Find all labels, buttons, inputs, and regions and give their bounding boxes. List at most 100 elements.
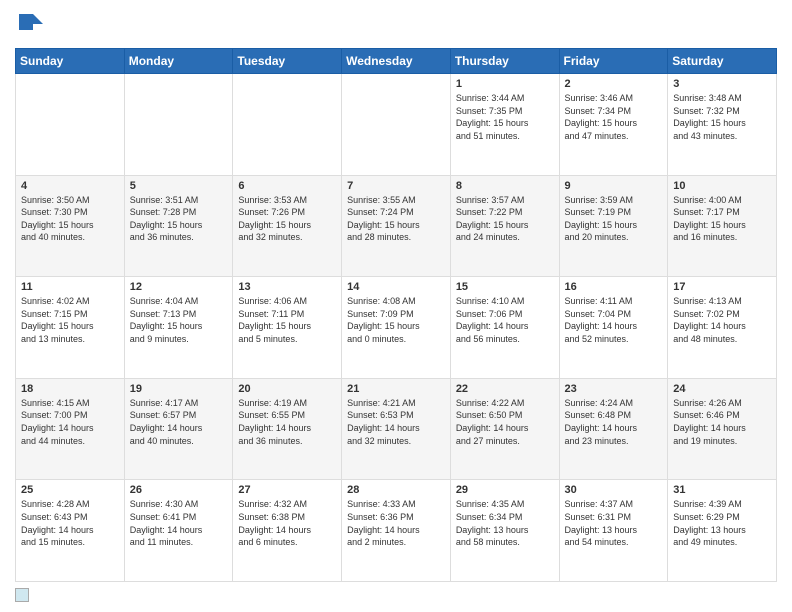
day-number: 20	[238, 383, 336, 395]
day-info: Sunrise: 4:22 AM Sunset: 6:50 PM Dayligh…	[456, 397, 554, 447]
day-number: 17	[673, 281, 771, 293]
calendar-cell: 21 Sunrise: 4:21 AM Sunset: 6:53 PM Dayli…	[342, 378, 451, 480]
calendar-week-2: 4Sunrise: 3:50 AM Sunset: 7:30 PM Daylig…	[16, 175, 777, 277]
calendar-cell	[16, 74, 125, 176]
day-number: 19	[130, 383, 228, 395]
day-info: Sunrise: 4:06 AM Sunset: 7:11 PM Dayligh…	[238, 295, 336, 345]
calendar-cell: 5Sunrise: 3:51 AM Sunset: 7:28 PM Daylig…	[124, 175, 233, 277]
calendar-cell: 27 Sunrise: 4:32 AM Sunset: 6:38 PM Dayli…	[233, 480, 342, 582]
weekday-sunday: Sunday	[16, 49, 125, 74]
day-number: 22	[456, 383, 554, 395]
calendar-cell	[233, 74, 342, 176]
day-number: 30	[565, 484, 663, 496]
calendar-cell: 10 Sunrise: 4:00 AM Sunset: 7:17 PM Dayli…	[668, 175, 777, 277]
day-number: 7	[347, 180, 445, 192]
day-number: 2	[565, 78, 663, 90]
daylight-legend-box	[15, 588, 29, 602]
day-number: 15	[456, 281, 554, 293]
day-number: 31	[673, 484, 771, 496]
calendar-cell: 16 Sunrise: 4:11 AM Sunset: 7:04 PM Dayli…	[559, 277, 668, 379]
day-info: Sunrise: 4:28 AM Sunset: 6:43 PM Dayligh…	[21, 498, 119, 548]
day-number: 26	[130, 484, 228, 496]
calendar-cell: 30 Sunrise: 4:37 AM Sunset: 6:31 PM Dayli…	[559, 480, 668, 582]
day-info: Sunrise: 3:50 AM Sunset: 7:30 PM Dayligh…	[21, 194, 119, 244]
day-info: Sunrise: 3:48 AM Sunset: 7:32 PM Dayligh…	[673, 92, 771, 142]
day-number: 29	[456, 484, 554, 496]
calendar-cell: 8 Sunrise: 3:57 AM Sunset: 7:22 PM Daylig…	[450, 175, 559, 277]
weekday-friday: Friday	[559, 49, 668, 74]
day-number: 3	[673, 78, 771, 90]
day-number: 27	[238, 484, 336, 496]
calendar-week-1: 1 Sunrise: 3:44 AM Sunset: 7:35 PM Daylig…	[16, 74, 777, 176]
calendar-cell: 12 Sunrise: 4:04 AM Sunset: 7:13 PM Dayli…	[124, 277, 233, 379]
calendar-cell: 31 Sunrise: 4:39 AM Sunset: 6:29 PM Dayli…	[668, 480, 777, 582]
day-number: 5	[130, 180, 228, 192]
day-info: Sunrise: 4:24 AM Sunset: 6:48 PM Dayligh…	[565, 397, 663, 447]
calendar-cell: 28Sunrise: 4:33 AM Sunset: 6:36 PM Dayli…	[342, 480, 451, 582]
calendar-cell	[342, 74, 451, 176]
day-info: Sunrise: 4:04 AM Sunset: 7:13 PM Dayligh…	[130, 295, 228, 345]
day-info: Sunrise: 4:37 AM Sunset: 6:31 PM Dayligh…	[565, 498, 663, 548]
calendar-cell: 23 Sunrise: 4:24 AM Sunset: 6:48 PM Dayli…	[559, 378, 668, 480]
day-number: 18	[21, 383, 119, 395]
day-info: Sunrise: 3:44 AM Sunset: 7:35 PM Dayligh…	[456, 92, 554, 142]
calendar-cell: 26 Sunrise: 4:30 AM Sunset: 6:41 PM Dayli…	[124, 480, 233, 582]
day-info: Sunrise: 4:10 AM Sunset: 7:06 PM Dayligh…	[456, 295, 554, 345]
day-info: Sunrise: 4:32 AM Sunset: 6:38 PM Dayligh…	[238, 498, 336, 548]
weekday-monday: Monday	[124, 49, 233, 74]
day-number: 14	[347, 281, 445, 293]
calendar-table: SundayMondayTuesdayWednesdayThursdayFrid…	[15, 48, 777, 582]
weekday-header-row: SundayMondayTuesdayWednesdayThursdayFrid…	[16, 49, 777, 74]
day-number: 1	[456, 78, 554, 90]
day-info: Sunrise: 3:55 AM Sunset: 7:24 PM Dayligh…	[347, 194, 445, 244]
day-number: 23	[565, 383, 663, 395]
weekday-saturday: Saturday	[668, 49, 777, 74]
day-info: Sunrise: 4:39 AM Sunset: 6:29 PM Dayligh…	[673, 498, 771, 548]
calendar-cell	[124, 74, 233, 176]
footer	[15, 588, 777, 602]
calendar-cell: 25Sunrise: 4:28 AM Sunset: 6:43 PM Dayli…	[16, 480, 125, 582]
calendar-cell: 19Sunrise: 4:17 AM Sunset: 6:57 PM Dayli…	[124, 378, 233, 480]
logo-icon	[15, 10, 45, 40]
day-info: Sunrise: 4:35 AM Sunset: 6:34 PM Dayligh…	[456, 498, 554, 548]
day-info: Sunrise: 3:57 AM Sunset: 7:22 PM Dayligh…	[456, 194, 554, 244]
day-number: 8	[456, 180, 554, 192]
day-number: 21	[347, 383, 445, 395]
day-info: Sunrise: 3:59 AM Sunset: 7:19 PM Dayligh…	[565, 194, 663, 244]
calendar-cell: 29 Sunrise: 4:35 AM Sunset: 6:34 PM Dayli…	[450, 480, 559, 582]
calendar-cell: 22 Sunrise: 4:22 AM Sunset: 6:50 PM Dayli…	[450, 378, 559, 480]
calendar-week-3: 11Sunrise: 4:02 AM Sunset: 7:15 PM Dayli…	[16, 277, 777, 379]
day-number: 16	[565, 281, 663, 293]
calendar-cell: 17Sunrise: 4:13 AM Sunset: 7:02 PM Dayli…	[668, 277, 777, 379]
day-number: 28	[347, 484, 445, 496]
calendar-cell: 9 Sunrise: 3:59 AM Sunset: 7:19 PM Daylig…	[559, 175, 668, 277]
day-info: Sunrise: 4:00 AM Sunset: 7:17 PM Dayligh…	[673, 194, 771, 244]
day-number: 12	[130, 281, 228, 293]
calendar-cell: 3 Sunrise: 3:48 AM Sunset: 7:32 PM Daylig…	[668, 74, 777, 176]
logo	[15, 10, 49, 40]
day-info: Sunrise: 4:30 AM Sunset: 6:41 PM Dayligh…	[130, 498, 228, 548]
calendar-cell: 4Sunrise: 3:50 AM Sunset: 7:30 PM Daylig…	[16, 175, 125, 277]
weekday-wednesday: Wednesday	[342, 49, 451, 74]
day-info: Sunrise: 4:11 AM Sunset: 7:04 PM Dayligh…	[565, 295, 663, 345]
calendar-cell: 15 Sunrise: 4:10 AM Sunset: 7:06 PM Dayli…	[450, 277, 559, 379]
calendar-week-4: 18Sunrise: 4:15 AM Sunset: 7:00 PM Dayli…	[16, 378, 777, 480]
calendar-cell: 6Sunrise: 3:53 AM Sunset: 7:26 PM Daylig…	[233, 175, 342, 277]
day-info: Sunrise: 4:26 AM Sunset: 6:46 PM Dayligh…	[673, 397, 771, 447]
calendar-cell: 20 Sunrise: 4:19 AM Sunset: 6:55 PM Dayli…	[233, 378, 342, 480]
page: SundayMondayTuesdayWednesdayThursdayFrid…	[0, 0, 792, 612]
day-number: 10	[673, 180, 771, 192]
day-number: 9	[565, 180, 663, 192]
header	[15, 10, 777, 40]
calendar-cell: 7 Sunrise: 3:55 AM Sunset: 7:24 PM Daylig…	[342, 175, 451, 277]
day-number: 13	[238, 281, 336, 293]
day-info: Sunrise: 4:21 AM Sunset: 6:53 PM Dayligh…	[347, 397, 445, 447]
weekday-tuesday: Tuesday	[233, 49, 342, 74]
day-info: Sunrise: 3:53 AM Sunset: 7:26 PM Dayligh…	[238, 194, 336, 244]
weekday-thursday: Thursday	[450, 49, 559, 74]
calendar-cell: 14 Sunrise: 4:08 AM Sunset: 7:09 PM Dayli…	[342, 277, 451, 379]
calendar-week-5: 25Sunrise: 4:28 AM Sunset: 6:43 PM Dayli…	[16, 480, 777, 582]
calendar-cell: 11Sunrise: 4:02 AM Sunset: 7:15 PM Dayli…	[16, 277, 125, 379]
day-info: Sunrise: 4:19 AM Sunset: 6:55 PM Dayligh…	[238, 397, 336, 447]
day-info: Sunrise: 4:08 AM Sunset: 7:09 PM Dayligh…	[347, 295, 445, 345]
